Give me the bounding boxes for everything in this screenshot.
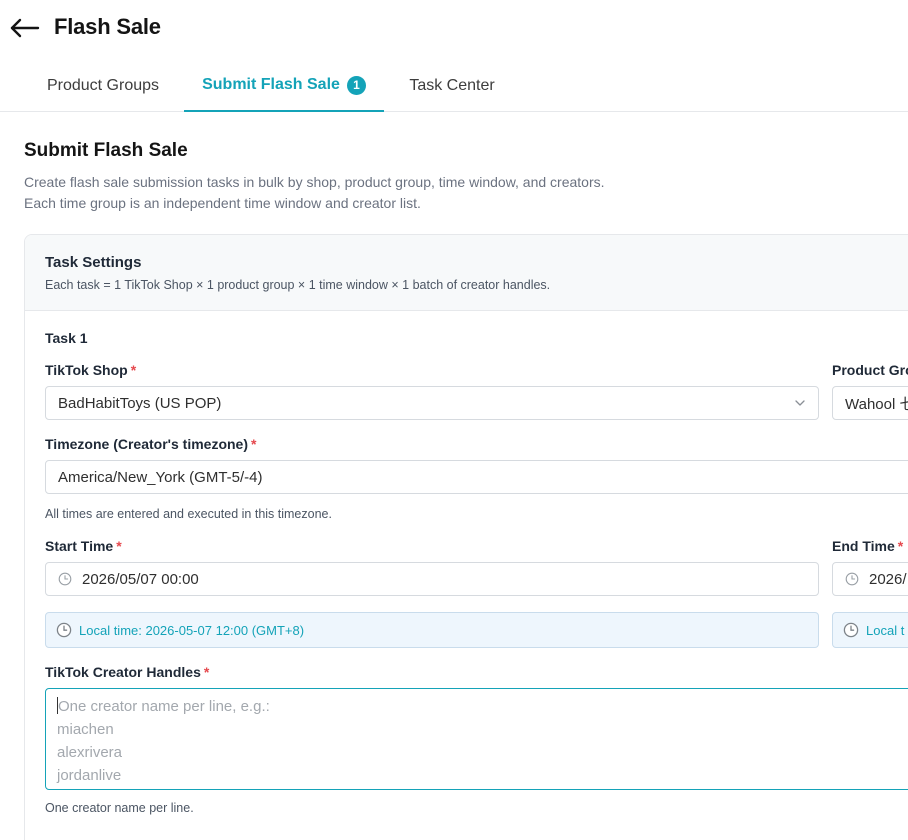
- end-local-time-text: Local t: [866, 622, 905, 638]
- tab-submit-flash-sale[interactable]: Submit Flash Sale 1: [184, 60, 384, 112]
- task-settings-card: Task Settings Each task = 1 TikTok Shop …: [24, 234, 908, 840]
- required-marker: *: [203, 664, 210, 680]
- creators-help: One creator name per line.: [45, 801, 194, 815]
- page-title: Flash Sale: [54, 14, 161, 39]
- tab-label: Task Center: [409, 77, 495, 94]
- timezone-help: All times are entered and executed in th…: [45, 507, 332, 521]
- arrow-left-icon[interactable]: [8, 14, 40, 42]
- creators-label-text: TikTok Creator Handles: [45, 664, 201, 680]
- card-title: Task Settings: [45, 254, 142, 271]
- shop-select-value: BadHabitToys (US POP): [58, 394, 222, 412]
- end-time-label-text: End Time: [832, 538, 895, 554]
- tab-label: Submit Flash Sale: [202, 76, 340, 93]
- start-time-label: Start Time *: [45, 538, 122, 554]
- required-marker: *: [251, 436, 257, 452]
- start-local-time: Local time: 2026-05-07 12:00 (GMT+8): [45, 612, 819, 648]
- start-time-label-text: Start Time: [45, 538, 114, 554]
- timezone-label: Timezone (Creator's timezone) *: [45, 436, 256, 452]
- timezone-label-text: Timezone (Creator's timezone): [45, 436, 248, 452]
- creators-label: TikTok Creator Handles *: [45, 664, 209, 680]
- creators-textarea[interactable]: One creator name per line, e.g.: miachen…: [45, 688, 908, 790]
- clock-icon: [58, 572, 72, 586]
- product-group-select[interactable]: Wahool 七: [832, 386, 908, 420]
- start-time-value: 2026/05/07 00:00: [82, 570, 199, 588]
- page-header: Flash Sale: [0, 0, 908, 56]
- task-label: Task 1: [45, 330, 88, 346]
- required-marker: *: [130, 362, 137, 378]
- end-time-input[interactable]: 2026/: [832, 562, 908, 596]
- shop-label-text: TikTok Shop: [45, 362, 128, 378]
- section-title: Submit Flash Sale: [24, 140, 188, 161]
- product-group-value: Wahool 七: [845, 395, 908, 413]
- tab-product-groups[interactable]: Product Groups: [24, 60, 182, 112]
- card-subtitle: Each task = 1 TikTok Shop × 1 product gr…: [45, 278, 551, 292]
- chevron-down-icon: [795, 400, 805, 406]
- required-marker: *: [897, 538, 904, 554]
- clock-icon: [843, 622, 859, 638]
- placeholder-line: alexrivera: [57, 744, 123, 761]
- required-marker: *: [116, 538, 122, 554]
- clock-icon: [56, 622, 72, 638]
- end-time-label: End Time *: [832, 538, 903, 554]
- start-local-time-text: Local time: 2026-05-07 12:00 (GMT+8): [79, 622, 305, 638]
- placeholder-line: jordanlive: [57, 767, 122, 784]
- tab-task-center[interactable]: Task Center: [386, 60, 518, 112]
- placeholder-text: One creator name per line, e.g.:: [58, 698, 270, 715]
- start-time-input[interactable]: 2026/05/07 00:00: [45, 562, 819, 596]
- tab-label: Product Groups: [46, 77, 160, 94]
- card-header: Task Settings Each task = 1 TikTok Shop …: [25, 235, 908, 311]
- section-description: Create flash sale submission tasks in bu…: [24, 174, 605, 211]
- timezone-select[interactable]: America/New_York (GMT-5/-4): [45, 460, 908, 494]
- shop-label: TikTok Shop *: [45, 362, 136, 378]
- tab-count-badge: 1: [346, 75, 366, 95]
- product-group-label: Product Gro: [832, 362, 908, 378]
- shop-select[interactable]: BadHabitToys (US POP): [45, 386, 819, 420]
- timezone-value: America/New_York (GMT-5/-4): [58, 468, 263, 486]
- clock-icon: [845, 572, 859, 586]
- tab-bar: Product Groups Submit Flash Sale 1 Task …: [0, 60, 908, 112]
- end-local-time: Local t: [832, 612, 908, 648]
- placeholder-line: One creator name per line, e.g.:: [57, 695, 908, 718]
- placeholder-line: miachen: [57, 721, 114, 738]
- end-time-value: 2026/: [869, 570, 907, 588]
